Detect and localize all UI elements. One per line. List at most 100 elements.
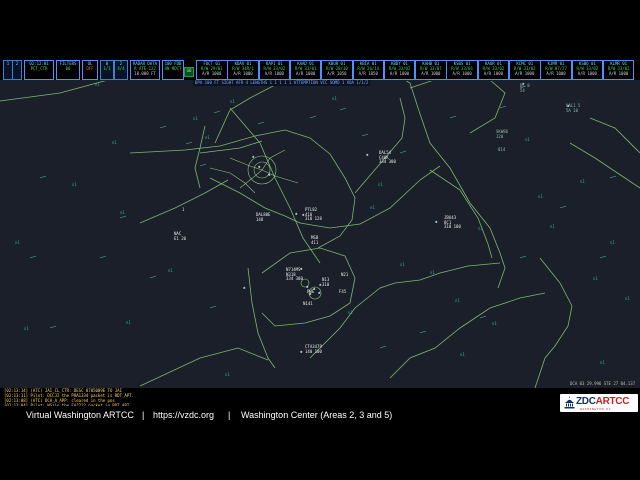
airport-status-box[interactable]: KCMC 01 R/W 33/02 A/R 1000 — [509, 60, 541, 80]
airport-status-box[interactable]: KSBQ 01 R/W 33/02 A/R 1000 — [571, 60, 604, 80]
boundary-line — [409, 72, 506, 134]
data-block[interactable]: N13 310 — [322, 277, 329, 287]
svg-text:✱: ✱ — [300, 349, 303, 354]
boundary-line — [429, 169, 493, 259]
procedure-line — [229, 157, 299, 184]
stream-footer: Virtual Washington ARTCC | https://vzdc.… — [0, 406, 640, 424]
svg-text:n1: n1 — [400, 262, 405, 267]
svg-text:1: 1 — [182, 207, 185, 212]
svg-text:n1: n1 — [112, 140, 117, 145]
toggle-button[interactable]: 2 — [12, 60, 22, 80]
boundary-line — [589, 117, 640, 154]
boundary-line — [194, 125, 206, 189]
boundary-line — [139, 347, 269, 387]
separator: | — [142, 410, 145, 420]
boundary-line — [389, 292, 546, 379]
airport-status-box[interactable]: KAPI 01 R/W 33/02 A/R 1000 — [258, 60, 291, 80]
airport-status-box[interactable]: KSBS 01 R/W 33/01 A/R 1000 — [446, 60, 478, 80]
radar-data-button[interactable]: RADAR DATA R ATE-122 18.000 FT — [130, 60, 160, 80]
svg-text:n1: n1 — [430, 270, 435, 275]
capitol-icon — [564, 396, 575, 409]
radar-scope[interactable]: 1 ✱ ✱ ✱ ✱ ✱ ✱ ✱ ✱ ✱ ✱ ✱ ✱ ✱ ✱ ✱ ✱ ✱ n1 n1 n1 n1 n1 n1 n1… — [0, 58, 640, 388]
svg-text:✱: ✱ — [435, 219, 438, 224]
data-block[interactable]: 014 — [498, 147, 505, 153]
go-button[interactable]: GO — [184, 67, 194, 77]
boundary-line — [354, 97, 406, 194]
airport-status-box[interactable]: KBUR 01 R/W 28/10 A/R 1050 — [321, 60, 353, 80]
svg-text:n1: n1 — [610, 240, 615, 245]
status-button[interactable]: 100 FDB ON MDCT — [162, 60, 184, 80]
boundary-line — [139, 179, 229, 224]
svg-text:n1: n1 — [72, 182, 77, 187]
boundary-line — [261, 247, 356, 327]
svg-text:n1: n1 — [15, 240, 20, 245]
svg-text:n1: n1 — [126, 320, 131, 325]
svg-text:n1: n1 — [205, 135, 210, 140]
filters-button[interactable]: FILTERS 00 — [56, 60, 80, 80]
data-block[interactable]: JBU43 8C1 310 100 — [444, 215, 461, 230]
svg-text:n1: n1 — [538, 194, 543, 199]
svg-text:n1: n1 — [230, 99, 235, 104]
data-block[interactable]: CTA3479 140 100 — [305, 344, 322, 354]
data-block[interactable]: MSB 411 — [311, 235, 318, 245]
data-block[interactable]: DAL54 C48K 334 300 — [379, 150, 396, 165]
data-block[interactable]: DAL80E 148 — [256, 212, 270, 222]
svg-text:n1: n1 — [525, 137, 530, 142]
range-button[interactable]: 0 1/1 — [100, 60, 114, 80]
svg-text:n1: n1 — [593, 276, 598, 281]
info-line: DPA 100 FT SIGHT AFR 4 LENGTHS 1 1 1 1 1… — [193, 80, 371, 86]
airport-status-box[interactable]: KDAV 01 R/W 34R/1 A/R 1000 — [227, 60, 259, 80]
airport-status-box[interactable]: KAHB 01 R/W 33/07 A/R 1000 — [415, 60, 447, 80]
ol-button[interactable]: OL OFF — [82, 60, 98, 80]
range-button[interactable]: 2 4/4 — [114, 60, 128, 80]
svg-text:n1: n1 — [492, 321, 497, 326]
svg-text:✱: ✱ — [295, 211, 298, 216]
svg-text:✱: ✱ — [366, 152, 369, 157]
airport-status-box[interactable]: KJMR 01 R/W 07/27 A/R 1000 — [540, 60, 572, 80]
data-block[interactable]: SKW86 120 — [496, 129, 508, 139]
data-block[interactable]: DL 8 54 — [520, 83, 530, 93]
svg-text:✱: ✱ — [268, 172, 271, 177]
airport-status-box[interactable]: KBIA 01 R/W 26/14 A/R 1050 — [352, 60, 384, 80]
svg-text:✱: ✱ — [258, 164, 261, 169]
boundary-line — [383, 67, 506, 289]
data-block[interactable]: N714MS N318 334 300 — [286, 267, 303, 282]
airport-status-box[interactable]: KBDY 01 R/W 33/02 A/R 1000 — [383, 60, 416, 80]
procedure-line — [239, 149, 286, 189]
airport-status-box[interactable]: KAAD 01 R/W 33/01 A/R 1000 — [289, 60, 322, 80]
logo-subtitle: WASHINGTON DC — [580, 407, 612, 411]
org-name: Virtual Washington ARTCC — [26, 410, 134, 420]
svg-text:n1: n1 — [168, 268, 173, 273]
airport-status-box[interactable]: FDCT 01 R/W 29/01 A/R 1000 — [196, 60, 228, 80]
svg-text:n1: n1 — [600, 360, 605, 365]
track-vectors — [29, 85, 617, 349]
clock-box[interactable]: 02:12:01 PCT_CTR — [24, 60, 54, 80]
airport-status-box[interactable]: KLMR 01 R/W 33/02 A/R 1000 — [602, 60, 635, 80]
svg-text:n1: n1 — [378, 182, 383, 187]
data-block[interactable]: PWE — [307, 289, 314, 295]
background-symbols: n1 n1 n1 n1 n1 n1 n1 n1 n1 n1 n1 n1 n1 n1 n1 n1 n1 n… — [15, 82, 630, 377]
data-block[interactable]: N141 — [303, 301, 313, 307]
data-block[interactable]: NAC E1 20 — [174, 231, 186, 241]
facility-name: Washington Center (Areas 2, 3 and 5) — [241, 410, 393, 420]
website-link[interactable]: https://vzdc.org — [153, 410, 214, 420]
data-block[interactable]: UAL1 5 5A 10 — [566, 103, 580, 113]
svg-text:n1: n1 — [460, 352, 465, 357]
boundary-line — [247, 267, 276, 369]
terminal-area — [209, 149, 322, 300]
svg-text:n1: n1 — [193, 116, 198, 121]
airport-status-box[interactable]: KAUR 01 R/W 33/02 A/R 1000 — [477, 60, 510, 80]
video-map: 1✱✱ ✱✱ ✱ ✱✱✱ ✱✱✱ ✱✱✱ ✱✱✱ n1n1n1 n1n1n1 n1… — [0, 58, 640, 388]
data-block[interactable]: F45 — [339, 289, 346, 295]
svg-text:n1: n1 — [625, 296, 630, 301]
zdc-artcc-logo: ZDCARTCC WASHINGTON DC — [560, 394, 638, 412]
separator: | — [228, 410, 231, 420]
data-block[interactable]: PTL82 410 310 128 — [305, 207, 322, 222]
radar-targets: 1✱✱ ✱✱ ✱ ✱✱✱ ✱✱✱ ✱✱✱ ✱✱✱ — [182, 81, 570, 354]
svg-text:n1: n1 — [370, 205, 375, 210]
data-block[interactable]: N21 — [341, 272, 348, 278]
svg-text:n1: n1 — [332, 96, 337, 101]
svg-text:n1: n1 — [225, 372, 230, 377]
svg-text:n1: n1 — [348, 310, 353, 315]
svg-text:n1: n1 — [550, 224, 555, 229]
